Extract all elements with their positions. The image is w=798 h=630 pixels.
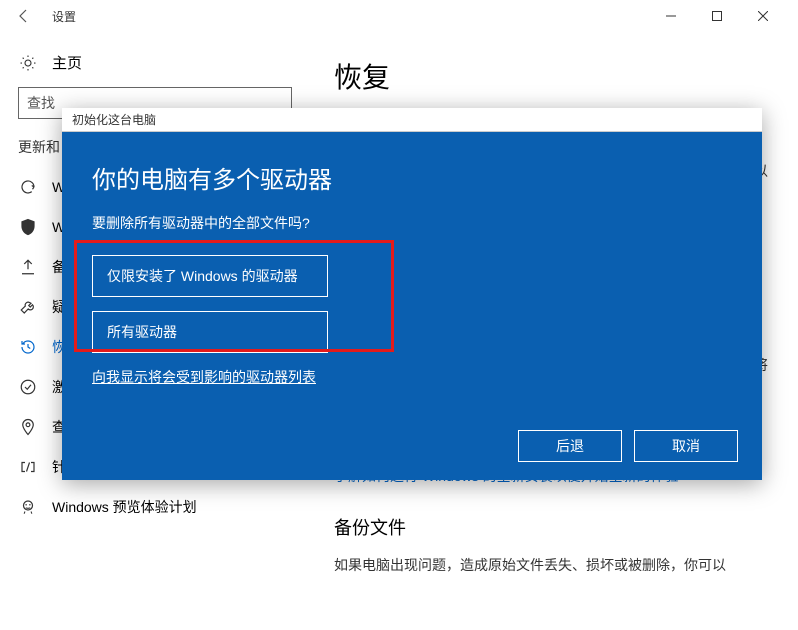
search-placeholder: 查找 bbox=[27, 93, 55, 113]
page-title: 恢复 bbox=[334, 56, 798, 96]
dialog-title: 你的电脑有多个驱动器 bbox=[92, 160, 732, 195]
sidebar-item-insider[interactable]: Windows 预览体验计划 bbox=[0, 487, 310, 527]
window-controls bbox=[648, 0, 786, 32]
titlebar: 设置 bbox=[0, 0, 798, 32]
shield-icon bbox=[18, 217, 38, 237]
minimize-icon bbox=[666, 11, 676, 21]
dialog-footer: 后退 取消 bbox=[518, 430, 738, 462]
show-affected-drives-link[interactable]: 向我显示将会受到影响的驱动器列表 bbox=[92, 369, 316, 385]
insider-icon bbox=[18, 497, 38, 517]
option-all-drives[interactable]: 所有驱动器 bbox=[92, 311, 328, 353]
location-icon bbox=[18, 417, 38, 437]
sync-icon bbox=[18, 177, 38, 197]
check-circle-icon bbox=[18, 377, 38, 397]
cancel-button[interactable]: 取消 bbox=[634, 430, 738, 462]
wrench-icon bbox=[18, 297, 38, 317]
window-title: 设置 bbox=[52, 8, 76, 25]
sidebar-home[interactable]: 主页 bbox=[0, 46, 310, 87]
close-icon bbox=[758, 11, 768, 21]
back-button-dialog[interactable]: 后退 bbox=[518, 430, 622, 462]
dialog-body: 你的电脑有多个驱动器 要删除所有驱动器中的全部文件吗? 仅限安装了 Window… bbox=[62, 132, 762, 480]
maximize-icon bbox=[712, 11, 722, 21]
arrow-left-icon bbox=[16, 8, 32, 24]
dialog-subtitle: 要删除所有驱动器中的全部文件吗? bbox=[92, 213, 732, 233]
dev-icon bbox=[18, 457, 38, 477]
close-button[interactable] bbox=[740, 0, 786, 32]
reset-pc-dialog: 初始化这台电脑 你的电脑有多个驱动器 要删除所有驱动器中的全部文件吗? 仅限安装… bbox=[62, 108, 762, 480]
gear-icon bbox=[18, 53, 38, 73]
dialog-header: 初始化这台电脑 bbox=[62, 108, 762, 132]
back-button[interactable] bbox=[12, 4, 36, 28]
maximize-button[interactable] bbox=[694, 0, 740, 32]
sidebar-item-label: Windows 预览体验计划 bbox=[52, 497, 197, 517]
upload-icon bbox=[18, 257, 38, 277]
option-only-windows-drive[interactable]: 仅限安装了 Windows 的驱动器 bbox=[92, 255, 328, 297]
section-backup-title: 备份文件 bbox=[334, 514, 798, 540]
dialog-header-title: 初始化这台电脑 bbox=[72, 111, 156, 128]
section-backup-body: 如果电脑出现问题，造成原始文件丢失、损坏或被删除，你可以 bbox=[334, 554, 754, 578]
history-icon bbox=[18, 337, 38, 357]
minimize-button[interactable] bbox=[648, 0, 694, 32]
sidebar-home-label: 主页 bbox=[52, 52, 82, 73]
